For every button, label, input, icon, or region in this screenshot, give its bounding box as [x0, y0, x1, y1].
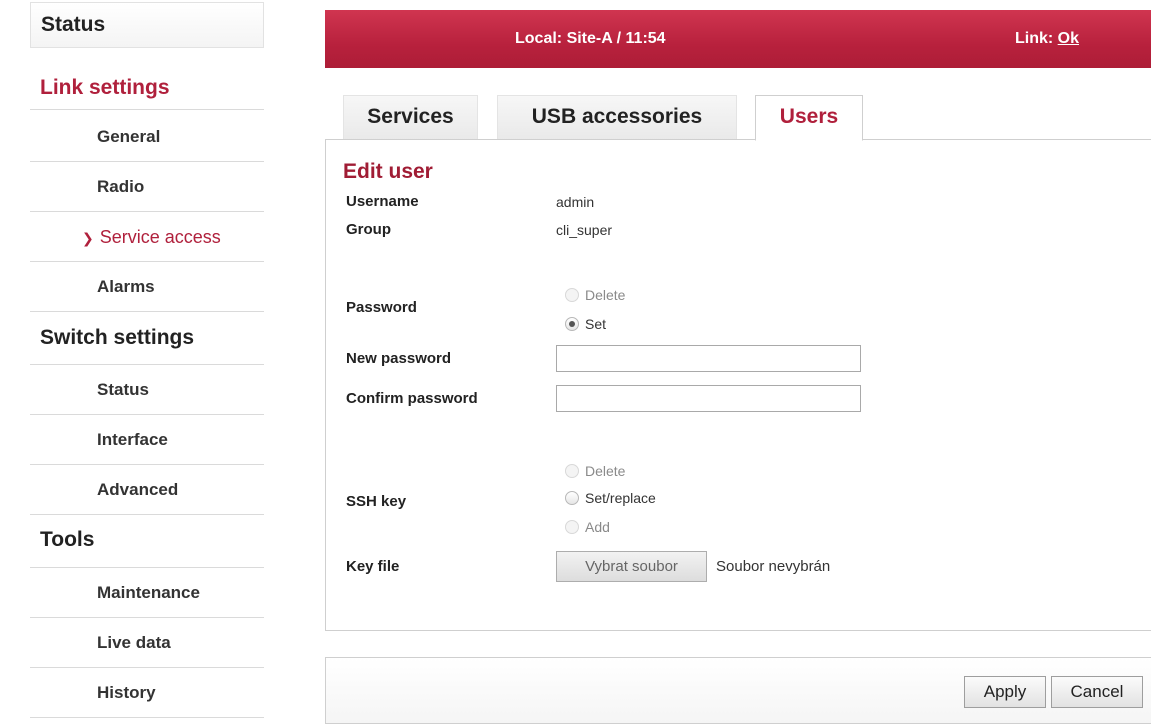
confirm-password-label: Confirm password [346, 390, 478, 407]
file-status-text: Soubor nevybrán [716, 558, 831, 575]
sidebar-item-label: Status [41, 13, 106, 36]
new-password-field[interactable] [556, 345, 861, 372]
sidebar-item-maintenance[interactable]: Maintenance [30, 568, 264, 618]
tab-usb-accessories[interactable]: USB accessories [497, 95, 737, 140]
choose-file-button[interactable]: Vybrat soubor [556, 551, 707, 582]
radio-label: Add [585, 519, 610, 535]
sidebar-item-general[interactable]: General [30, 112, 264, 162]
ssh-add-option[interactable]: Add [565, 519, 610, 535]
sidebar-item-label: Service access [99, 227, 221, 247]
sidebar-item-history[interactable]: History [30, 668, 264, 718]
status-header: Local: Site-A / 11:54 Link: Ok [325, 10, 1151, 68]
radio-label: Set/replace [585, 490, 656, 506]
radio-button[interactable] [565, 464, 579, 478]
link-status-label: Link: [1015, 30, 1058, 47]
tab-label: Services [367, 105, 454, 128]
sidebar-item-switch-status[interactable]: Status [30, 365, 264, 415]
sidebar-section-link-settings-title[interactable]: Link settings [30, 68, 264, 110]
sidebar-item-alarms[interactable]: Alarms [30, 262, 264, 312]
tab-users[interactable]: Users [755, 95, 863, 141]
sidebar-item-status[interactable]: Status [30, 2, 264, 48]
sidebar-item-label: Status [97, 380, 149, 399]
group-label: Group [346, 221, 391, 238]
apply-button[interactable]: Apply [964, 676, 1046, 708]
local-site-time: Local: Site-A / 11:54 [515, 30, 666, 47]
cancel-button[interactable]: Cancel [1051, 676, 1143, 708]
radio-label: Set [585, 316, 607, 332]
radio-button[interactable] [565, 520, 579, 534]
radio-label: Delete [585, 287, 626, 303]
ssh-delete-option[interactable]: Delete [565, 463, 625, 479]
sidebar-item-label: Radio [97, 177, 145, 196]
confirm-password-field[interactable] [556, 385, 861, 412]
link-status-value[interactable]: Ok [1058, 30, 1079, 47]
tab-services[interactable]: Services [343, 95, 478, 140]
group-value: cli_super [556, 222, 613, 238]
username-value: admin [556, 194, 595, 210]
new-password-label: New password [346, 350, 452, 367]
sidebar-section-tools[interactable]: Tools [30, 518, 264, 568]
sidebar-item-label: General [97, 127, 161, 146]
ssh-set-replace-option[interactable]: Set/replace [565, 490, 656, 506]
page-title: Edit user [343, 160, 433, 183]
password-set-option[interactable]: Set [565, 316, 606, 332]
ssh-key-label: SSH key [346, 493, 407, 510]
sidebar-item-label: History [97, 683, 156, 702]
sidebar-section-label: Link settings [40, 76, 170, 99]
sidebar-item-interface[interactable]: Interface [30, 415, 264, 465]
sidebar-item-radio[interactable]: Radio [30, 162, 264, 212]
sidebar-section-label: Tools [40, 528, 95, 551]
radio-label: Delete [585, 463, 626, 479]
radio-button[interactable] [565, 288, 579, 302]
sidebar-item-label: Maintenance [97, 583, 200, 602]
sidebar-item-advanced[interactable]: Advanced [30, 465, 264, 515]
radio-button[interactable] [565, 491, 579, 505]
radio-button[interactable] [565, 317, 579, 331]
key-file-label: Key file [346, 558, 400, 575]
chevron-right-icon: ❯ [82, 230, 94, 246]
sidebar-section-label: Switch settings [40, 326, 195, 349]
tab-label: Users [779, 105, 839, 128]
tab-label: USB accessories [531, 105, 703, 128]
password-delete-option[interactable]: Delete [565, 287, 625, 303]
sidebar-item-label: Interface [97, 430, 168, 449]
sidebar-section-switch-settings[interactable]: Switch settings [30, 315, 264, 365]
username-label: Username [346, 193, 419, 210]
sidebar-item-service-access[interactable]: ❯ Service access [30, 212, 264, 262]
link-status: Link: Ok [1015, 30, 1079, 48]
password-label: Password [346, 299, 417, 316]
sidebar-item-label: Advanced [97, 480, 179, 499]
sidebar-nav: Status Link settings General Radio ❯ Serv… [30, 2, 264, 724]
sidebar-item-label: Alarms [97, 277, 155, 296]
sidebar-item-label: Live data [97, 633, 171, 652]
sidebar-item-live-data[interactable]: Live data [30, 618, 264, 668]
